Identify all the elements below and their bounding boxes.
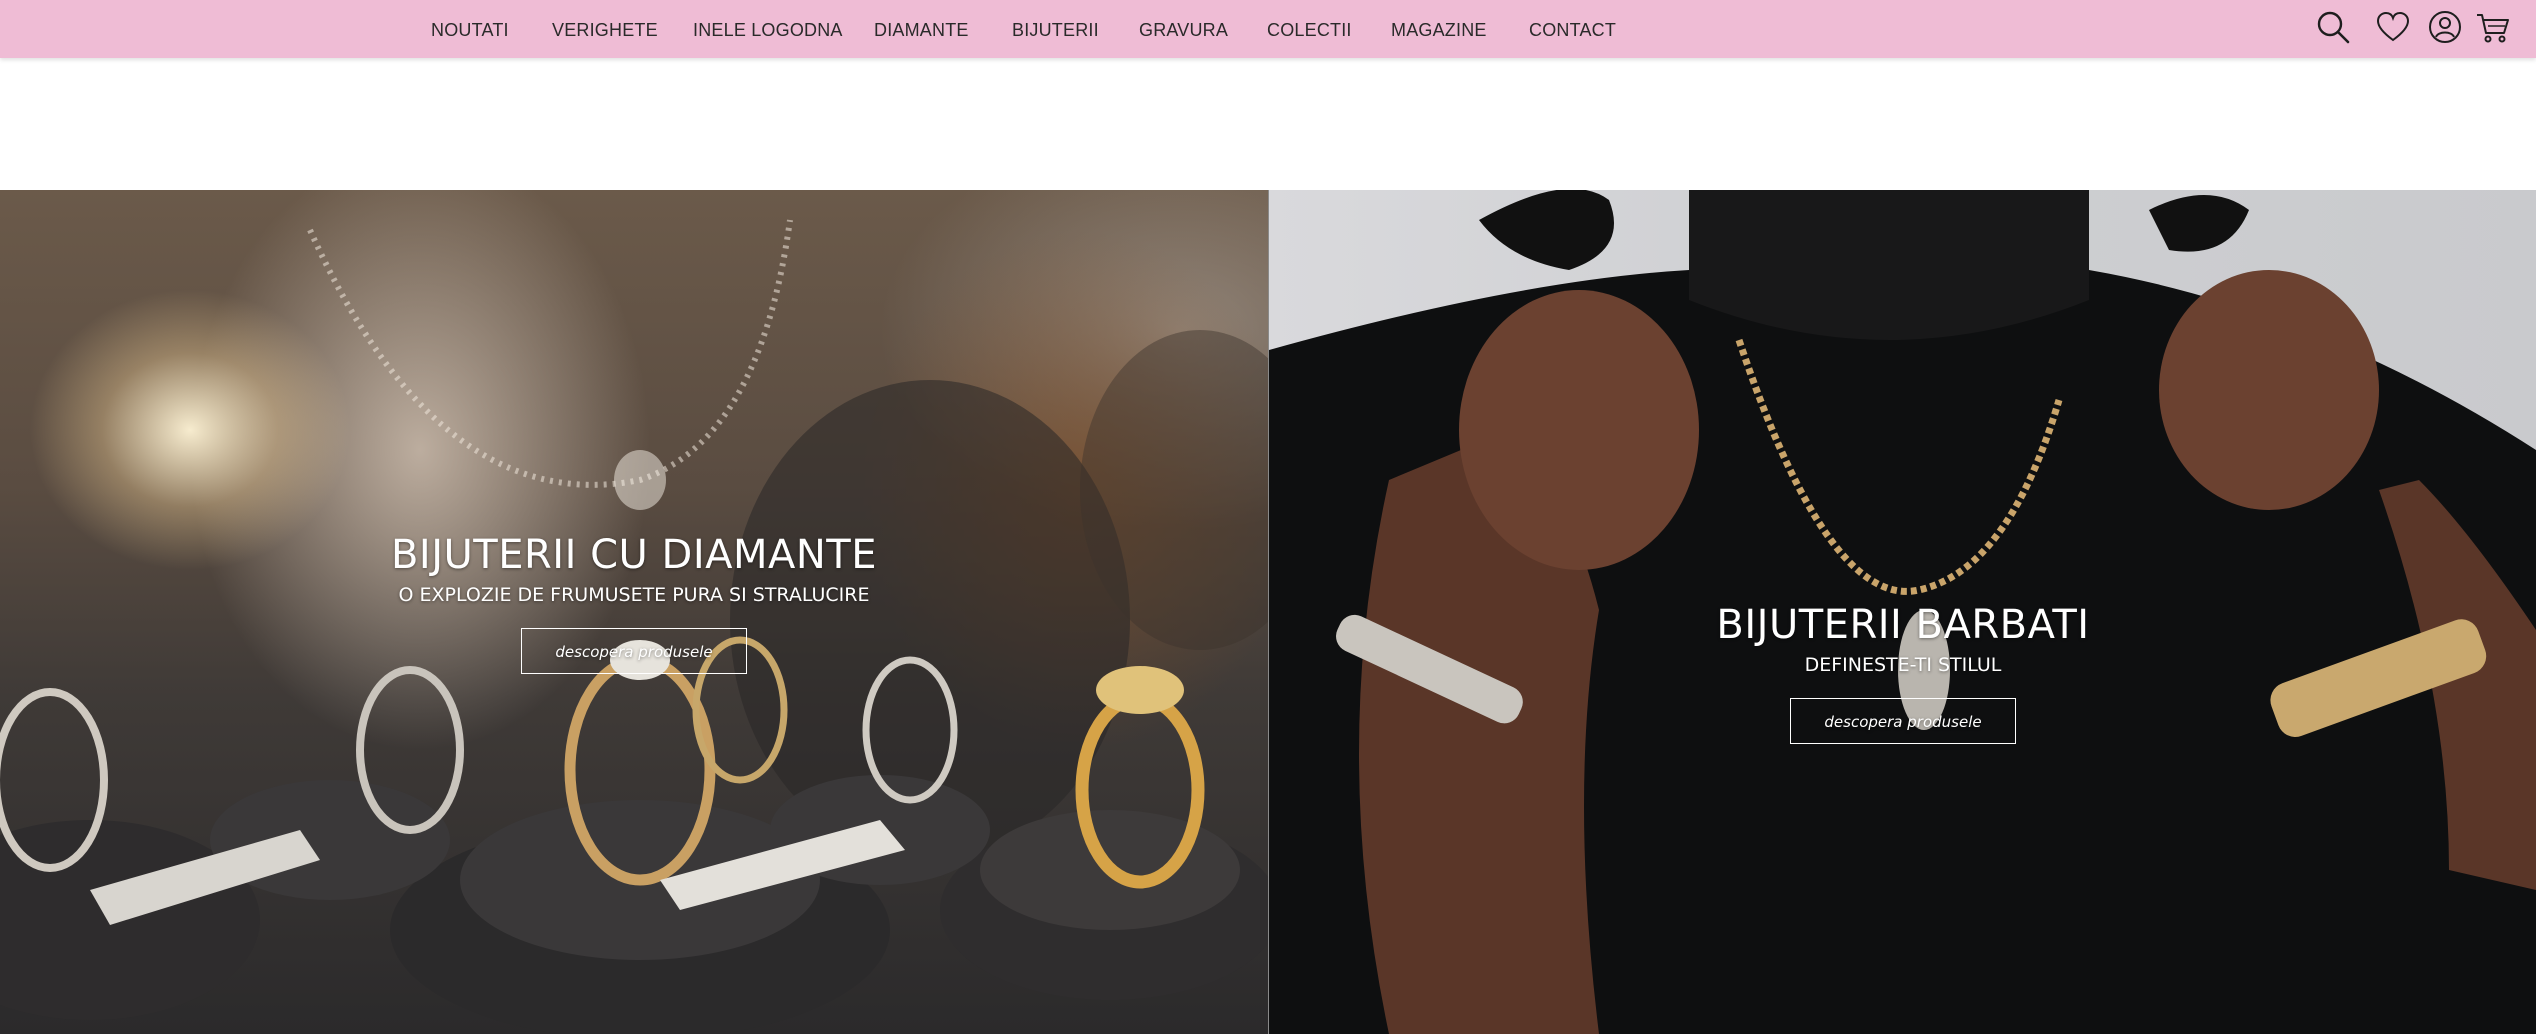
banner-diamonds[interactable]: BIJUTERII CU DIAMANTE O EXPLOZIE DE FRUM… [0, 190, 1268, 1034]
search-icon[interactable] [2314, 8, 2352, 46]
nav-item-inele-logodna[interactable]: INELE LOGODNA [693, 0, 843, 58]
nav-item-bijuterii[interactable]: BIJUTERII [1012, 0, 1099, 58]
discover-products-button[interactable]: descopera produsele [1790, 698, 2016, 744]
main-nav: NOUTATI VERIGHETE INELE LOGODNA DIAMANTE… [0, 0, 2536, 58]
nav-item-verighete[interactable]: VERIGHETE [552, 0, 658, 58]
banner-men[interactable]: BIJUTERII BARBATI DEFINESTE-TI STILUL de… [1269, 190, 2536, 1034]
banner-diamonds-caption: BIJUTERII CU DIAMANTE O EXPLOZIE DE FRUM… [334, 532, 934, 674]
nav-item-gravura[interactable]: GRAVURA [1139, 0, 1228, 58]
nav-item-noutati[interactable]: NOUTATI [431, 0, 509, 58]
nav-item-colectii[interactable]: COLECTII [1267, 0, 1352, 58]
banner-men-title: BIJUTERII BARBATI [1716, 602, 2090, 648]
banner-men-caption: BIJUTERII BARBATI DEFINESTE-TI STILUL de… [1503, 602, 2303, 744]
nav-item-contact[interactable]: CONTACT [1529, 0, 1616, 58]
heart-icon[interactable] [2374, 8, 2412, 46]
user-icon[interactable] [2426, 8, 2464, 46]
banner-diamonds-title: BIJUTERII CU DIAMANTE [390, 532, 877, 578]
banner-men-subtitle: DEFINESTE-TI STILUL [1804, 654, 2002, 676]
banner-diamonds-subtitle: O EXPLOZIE DE FRUMUSETE PURA SI STRALUCI… [398, 584, 870, 606]
nav-item-magazine[interactable]: MAGAZINE [1391, 0, 1487, 58]
top-navigation-bar: NOUTATI VERIGHETE INELE LOGODNA DIAMANTE… [0, 0, 2536, 58]
discover-products-button[interactable]: descopera produsele [521, 628, 747, 674]
nav-item-diamante[interactable]: DIAMANTE [874, 0, 969, 58]
cart-icon[interactable] [2474, 8, 2512, 46]
